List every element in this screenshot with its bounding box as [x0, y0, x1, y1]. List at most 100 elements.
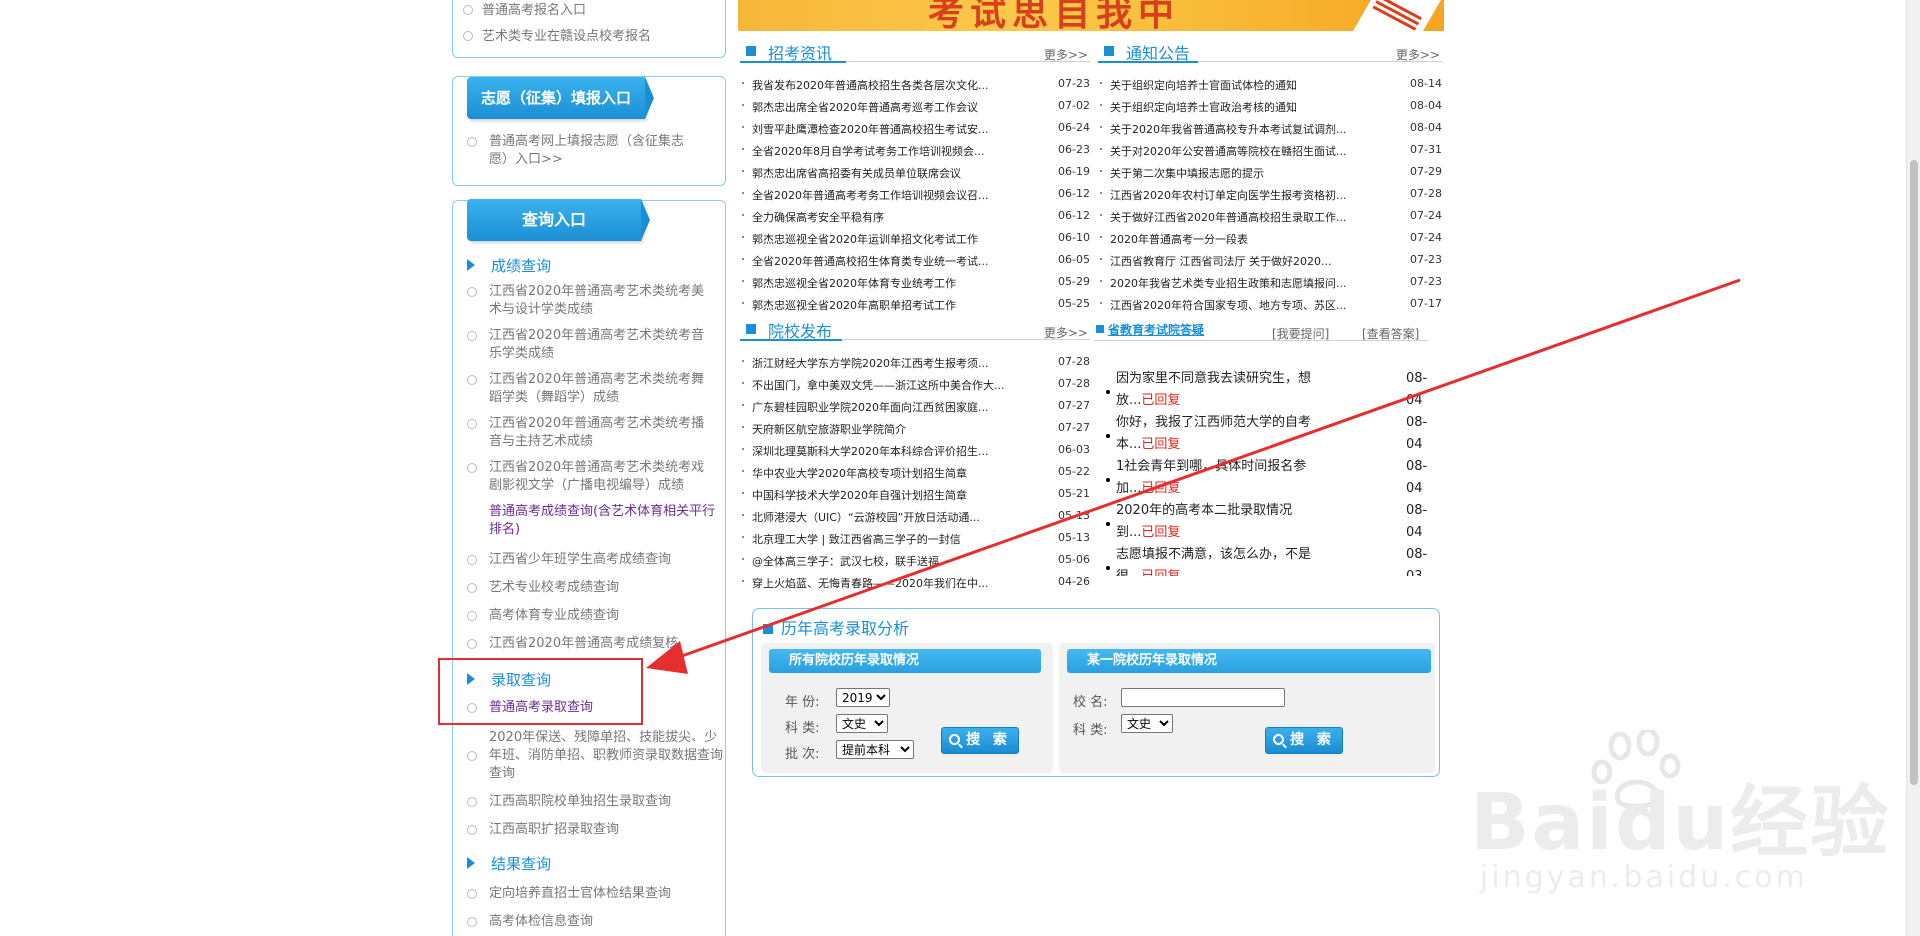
score-link[interactable]: 江西省2020年普通高考艺术类统考播音与主持艺术成绩 [467, 415, 717, 451]
news-item[interactable]: 不出国门，拿中美双文凭——浙江这所中美合作大... 07-28 [740, 376, 1090, 394]
bullet-icon [463, 5, 473, 15]
news-item[interactable]: 关于2020年我省普通高校专升本考试复试调剂... 08-04 [1098, 120, 1442, 138]
news-date: 08-04 [1410, 99, 1442, 112]
news-item[interactable]: 江西省2020年农村订单定向医学生报考资格初... 07-28 [1098, 186, 1442, 204]
bullet-icon [467, 751, 477, 761]
score-link[interactable]: 普通高考成绩查询(含艺术体育相关平行排名) [467, 503, 717, 539]
banner-image[interactable]: 考试思自我中 [738, 0, 1444, 31]
batch-select[interactable]: 提前本科 [836, 740, 914, 759]
qa-item[interactable]: 志愿填报不满意，该怎么办，不是很...已回复 08-03 [1104, 542, 1434, 576]
bullet-dot-icon [1106, 478, 1110, 482]
result-query-heading[interactable]: 结果查询 [467, 853, 551, 874]
news-item[interactable]: 北京理工大学 | 致江西省高三学子的一封信 05-13 [740, 530, 1090, 548]
result-link[interactable]: 高考体检信息查询 [467, 913, 717, 931]
news-item[interactable]: 全省2020年普通高考考务工作培训视频会议召... 06-12 [740, 186, 1090, 204]
news-item[interactable]: 天府新区航空旅游职业学院简介 07-27 [740, 420, 1090, 438]
news-title: 全省2020年普通高校招生体育类专业统一考试... [752, 255, 989, 268]
result-query-heading-label: 结果查询 [491, 855, 552, 873]
news-item[interactable]: 全省2020年普通高校招生体育类专业统一考试... 06-05 [740, 252, 1090, 270]
subject-select-one[interactable]: 文史 [1121, 714, 1173, 733]
scrollbar-thumb[interactable] [1910, 160, 1918, 785]
news-title: 深圳北理莫斯科大学2020年本科综合评价招生... [752, 445, 989, 458]
recruit-news-section: 招考资讯 更多>> 我省发布2020年普通高校招生各类各层次文化... 07-23… [740, 40, 1090, 320]
news-item[interactable]: 中国科学技术大学2020年自强计划招生简章 05-21 [740, 486, 1090, 504]
news-item[interactable]: 关于第二次集中填报志愿的提示 07-29 [1098, 164, 1442, 182]
news-item[interactable]: 江西省2020年符合国家专项、地方专项、苏区... 07-17 [1098, 296, 1442, 314]
search-icon [949, 734, 961, 745]
news-item[interactable]: @全体高三学子：武汉七校，联手送福 05-06 [740, 552, 1090, 570]
bullet-dot-icon [1100, 280, 1102, 282]
qa-item[interactable]: 1社会青年到哪，具体时间报名参加...已回复 08-04 [1104, 454, 1434, 498]
score-link[interactable]: 江西省2020年普通高考成绩复核 [467, 635, 717, 653]
notice-more-link[interactable]: 更多>> [1396, 46, 1440, 63]
news-title: 关于组织定向培养士官政治考核的通知 [1110, 101, 1297, 114]
score-link[interactable]: 江西省2020年普通高考艺术类统考舞蹈学类（舞蹈学）成绩 [467, 371, 717, 407]
bullet-dot-icon [1100, 148, 1102, 150]
qa-title[interactable]: 省教育考试院答疑 [1108, 321, 1204, 338]
score-query-heading[interactable]: 成绩查询 [467, 255, 551, 276]
news-item[interactable]: 江西省教育厅 江西省司法厅 关于做好2020... 07-23 [1098, 252, 1442, 270]
subject-select[interactable]: 文史 [836, 714, 888, 733]
news-item[interactable]: 郭杰忠出席省高招委有关成员单位联席会议 06-19 [740, 164, 1090, 182]
search-button-all[interactable]: 搜 索 [941, 727, 1019, 754]
news-title: 关于做好江西省2020年普通高校招生录取工作... [1110, 211, 1347, 224]
news-item[interactable]: 北师港浸大（UIC）“云游校园”开放日活动通... 05-13 [740, 508, 1090, 526]
search-button-one[interactable]: 搜 索 [1265, 727, 1343, 754]
news-title: 关于第二次集中填报志愿的提示 [1110, 167, 1264, 180]
news-item[interactable]: 郭杰忠巡视全省2020年体育专业统考工作 05-29 [740, 274, 1090, 292]
qa-item[interactable]: 因为家里不同意我去读研究生，想放...已回复 08-04 [1104, 366, 1434, 410]
news-item[interactable]: 穿上火焰蓝、无悔青春路——2020年我们在中... 04-26 [740, 574, 1090, 592]
score-link[interactable]: 高考体育专业成绩查询 [467, 607, 717, 625]
school-name-input[interactable] [1121, 688, 1285, 707]
news-item[interactable]: 刘雪平赴鹰潭检查2020年普通高校招生考试安... 06-24 [740, 120, 1090, 138]
qa-item[interactable]: 你好，我报了江西师范大学的自考本...已回复 08-04 [1104, 410, 1434, 454]
zhiyuan-link[interactable]: 普通高考网上填报志愿（含征集志愿）入口>> [467, 133, 697, 169]
news-item[interactable]: 郭杰忠出席全省2020年普通高考巡考工作会议 07-02 [740, 98, 1090, 116]
view-answers-link[interactable]: [查看答案] [1362, 325, 1419, 342]
art-registration-link[interactable]: 艺术类专业在赣设点校考报名 [463, 25, 651, 44]
registration-link[interactable]: 普通高考报名入口 [463, 0, 586, 18]
news-item[interactable]: 深圳北理莫斯科大学2020年本科综合评价招生... 06-03 [740, 442, 1090, 460]
bullet-icon [467, 611, 477, 621]
score-link[interactable]: 江西省少年班学生高考成绩查询 [467, 551, 717, 569]
ask-question-link[interactable]: [我要提问] [1272, 325, 1329, 342]
news-item[interactable]: 广东碧桂园职业学院2020年面向江西贫困家庭... 07-27 [740, 398, 1090, 416]
score-link[interactable]: 艺术专业校考成绩查询 [467, 579, 717, 597]
result-link-label: 高考体检信息查询 [489, 914, 594, 929]
score-link-label: 江西省2020年普通高考艺术类统考美术与设计学类成绩 [489, 284, 705, 317]
qa-item[interactable]: 2020年的高考本二批录取情况到...已回复 08-04 [1104, 498, 1434, 542]
admission-link-label: 2020年保送、残障单招、技能拔尖、少年班、消防单招、职教师资录取数据查询查询 [489, 730, 724, 781]
news-item[interactable]: 全省2020年8月自学考试考务工作培训视频会... 06-23 [740, 142, 1090, 160]
news-item[interactable]: 关于组织定向培养士官政治考核的通知 08-04 [1098, 98, 1442, 116]
all-colleges-box: 所有院校历年录取情况 年 份: 2019 科 类: 文史 批 次: 提前本科 搜… [761, 643, 1053, 773]
news-item[interactable]: 2020年我省艺术类专业招生政策和志愿填报问... 07-23 [1098, 274, 1442, 292]
news-item[interactable]: 关于组织定向培养士官面试体检的通知 08-14 [1098, 76, 1442, 94]
bullet-dot-icon [742, 558, 744, 560]
year-select[interactable]: 2019 [836, 688, 890, 707]
bullet-dot-icon [1100, 104, 1102, 106]
news-item[interactable]: 浙江财经大学东方学院2020年江西考生报考须... 07-28 [740, 354, 1090, 372]
admission-link[interactable]: 江西高职院校单独招生录取查询 [467, 793, 717, 811]
news-item[interactable]: 2020年普通高考一分一段表 07-24 [1098, 230, 1442, 248]
news-item[interactable]: 华中农业大学2020年高校专项计划招生简章 05-22 [740, 464, 1090, 482]
news-item[interactable]: 郭杰忠巡视全省2020年高职单招考试工作 05-25 [740, 296, 1090, 314]
recruit-more-link[interactable]: 更多>> [1044, 46, 1088, 63]
news-item[interactable]: 我省发布2020年普通高校招生各类各层次文化... 07-23 [740, 76, 1090, 94]
news-item[interactable]: 郭杰忠巡视全省2020年运训单招文化考试工作 06-10 [740, 230, 1090, 248]
news-item[interactable]: 关于对2020年公安普通高等院校在赣招生面试... 07-31 [1098, 142, 1442, 160]
score-link[interactable]: 江西省2020年普通高考艺术类统考音乐学类成绩 [467, 327, 717, 363]
news-title: 北师港浸大（UIC）“云游校园”开放日活动通... [752, 511, 980, 524]
qa-date: 08-04 [1406, 459, 1428, 496]
score-link-label: 艺术专业校考成绩查询 [489, 580, 620, 595]
page-scrollbar[interactable] [1906, 0, 1920, 936]
news-title: 郭杰忠巡视全省2020年运训单招文化考试工作 [752, 233, 978, 246]
admission-link[interactable]: 江西高职扩招录取查询 [467, 821, 717, 839]
news-item[interactable]: 关于做好江西省2020年普通高校招生录取工作... 07-24 [1098, 208, 1442, 226]
score-link[interactable]: 江西省2020年普通高考艺术类统考美术与设计学类成绩 [467, 283, 717, 319]
news-date: 05-22 [1058, 465, 1090, 478]
college-more-link[interactable]: 更多>> [1044, 324, 1088, 341]
news-item[interactable]: 全力确保高考安全平稳有序 06-12 [740, 208, 1090, 226]
score-link[interactable]: 江西省2020年普通高考艺术类统考戏剧影视文学（广播电视编导）成绩 [467, 459, 717, 495]
result-link[interactable]: 定向培养直招士官体检结果查询 [467, 885, 717, 903]
admission-link[interactable]: 2020年保送、残障单招、技能拔尖、少年班、消防单招、职教师资录取数据查询查询 [467, 729, 727, 783]
